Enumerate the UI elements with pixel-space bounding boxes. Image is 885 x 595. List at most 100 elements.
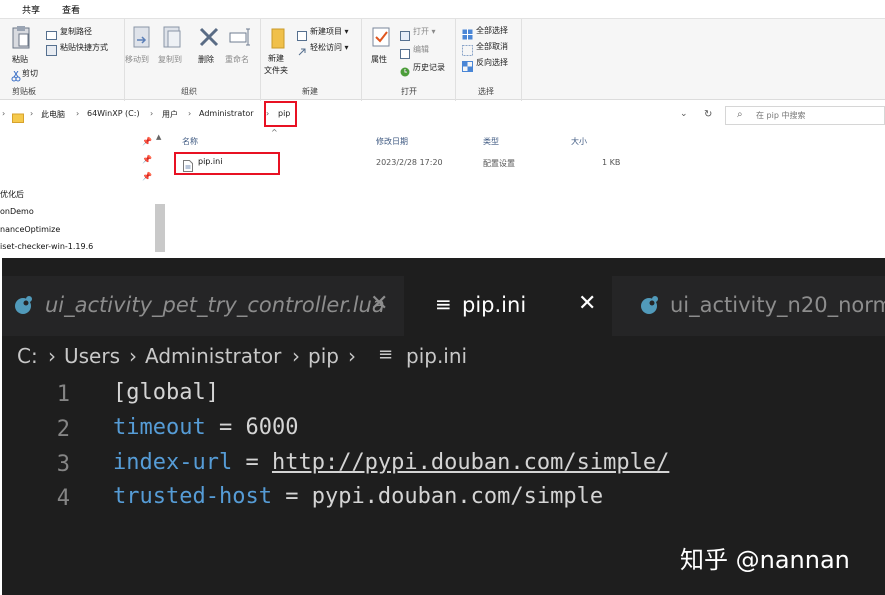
lua-file-icon bbox=[13, 295, 33, 320]
line-number: 1 bbox=[56, 382, 70, 407]
search-box[interactable]: ⌕ 在 pip 中搜索 bbox=[725, 106, 885, 125]
open-button[interactable]: 打开 ▾ bbox=[413, 26, 436, 37]
line-number: 3 bbox=[56, 452, 70, 477]
crumb-administrator[interactable]: Administrator bbox=[145, 344, 281, 368]
code-line-section: [global] bbox=[113, 380, 219, 405]
address-bar[interactable]: › › 此电脑 › 64WinXP (C:) › 用户 › Administra… bbox=[0, 101, 885, 127]
chevron-right-icon: › bbox=[348, 344, 356, 368]
breadcrumb-this-pc[interactable]: 此电脑 bbox=[41, 109, 65, 120]
ini-value-link[interactable]: http://pypi.douban.com/simple/ bbox=[272, 450, 669, 475]
tab-pip-ini[interactable]: ≡ pip.ini ✕ bbox=[404, 276, 612, 336]
easy-access-button[interactable]: 轻松访问 ▾ bbox=[310, 42, 349, 53]
file-type: 配置设置 bbox=[483, 159, 515, 168]
ini-equals: = bbox=[232, 450, 272, 475]
chevron-down-icon[interactable]: ⌄ bbox=[680, 109, 688, 119]
chevron-right-icon: › bbox=[76, 109, 80, 118]
ini-key: timeout bbox=[113, 415, 206, 440]
file-list: 📌 📌 📌 ▲ ^ 名称 修改日期 类型 大小 优化后 onDemo nance… bbox=[0, 128, 885, 252]
history-button[interactable]: 历史记录 bbox=[413, 62, 445, 73]
file-size: 1 KB bbox=[602, 158, 621, 167]
clipboard-group-label: 剪贴板 bbox=[12, 87, 36, 96]
crumb-pip[interactable]: pip bbox=[308, 344, 339, 368]
ini-lines-icon: ≡ bbox=[435, 292, 452, 316]
rename-icon bbox=[229, 28, 251, 50]
ini-key: trusted-host bbox=[113, 484, 272, 509]
search-placeholder: 在 pip 中搜索 bbox=[756, 111, 806, 120]
menu-tab-view[interactable]: 查看 bbox=[62, 3, 80, 16]
editor-tab-bar: ui_activity_pet_try_controller.lua ✕ ≡ p… bbox=[2, 276, 885, 336]
file-date: 2023/2/28 17:20 bbox=[376, 158, 443, 167]
refresh-icon[interactable]: ↻ bbox=[704, 109, 712, 120]
cut-button[interactable]: 剪切 bbox=[22, 68, 38, 79]
tab-lua-file-2[interactable]: ui_activity_n20_norma bbox=[612, 276, 885, 336]
code-line: timeout = 6000 bbox=[113, 415, 298, 440]
folder-icon bbox=[12, 108, 24, 127]
scroll-up-icon[interactable]: ▲ bbox=[156, 133, 161, 141]
menu-tab-share[interactable]: 共享 bbox=[22, 3, 40, 16]
nav-item[interactable]: onDemo bbox=[0, 207, 34, 216]
edit-button[interactable]: 编辑 bbox=[413, 44, 429, 55]
select-all-button[interactable]: 全部选择 bbox=[476, 25, 508, 36]
new-folder-line1[interactable]: 新建 bbox=[268, 53, 284, 64]
code-line: index-url = http://pypi.douban.com/simpl… bbox=[113, 450, 669, 475]
nav-item[interactable]: nanceOptimize bbox=[0, 225, 60, 234]
move-to-button[interactable]: 移动到 bbox=[125, 54, 149, 65]
tab-label: pip.ini bbox=[462, 293, 527, 317]
open-group-label: 打开 bbox=[401, 87, 417, 96]
select-none-button[interactable]: 全部取消 bbox=[476, 41, 508, 52]
chevron-right-icon: › bbox=[48, 344, 56, 368]
paste-icon[interactable] bbox=[12, 25, 30, 53]
nav-item[interactable]: 优化后 bbox=[0, 189, 24, 200]
open-group: 属性 打开 ▾ 编辑 历史记录 打开 bbox=[362, 19, 456, 101]
chevron-right-icon: › bbox=[150, 109, 154, 118]
watermark: 知乎 @nannan bbox=[680, 546, 850, 574]
scrollbar-thumb[interactable] bbox=[155, 204, 165, 252]
paste-shortcut-icon bbox=[46, 41, 57, 60]
search-icon: ⌕ bbox=[737, 109, 743, 120]
paste-shortcut-button[interactable]: 粘贴快捷方式 bbox=[60, 42, 108, 53]
breadcrumb-administrator[interactable]: Administrator bbox=[199, 109, 254, 118]
column-name[interactable]: 名称 bbox=[182, 136, 198, 147]
column-size[interactable]: 大小 bbox=[571, 136, 587, 147]
new-folder-line2[interactable]: 文件夹 bbox=[264, 65, 288, 76]
organize-group: 移动到 复制到 删除 重命名 组织 bbox=[125, 19, 261, 101]
new-item-button[interactable]: 新建项目 ▾ bbox=[310, 26, 349, 37]
invert-selection-button[interactable]: 反向选择 bbox=[476, 57, 508, 68]
file-explorer-window: 共享 查看 粘贴 复制路径 粘贴快捷方式 剪切 剪贴板 移动到 复制到 删除 重… bbox=[0, 0, 885, 252]
pin-icon[interactable]: 📌 bbox=[142, 155, 152, 164]
edit-icon bbox=[400, 44, 410, 63]
close-icon[interactable]: ✕ bbox=[578, 291, 596, 316]
properties-button[interactable]: 属性 bbox=[371, 54, 387, 65]
copy-to-button[interactable]: 复制到 bbox=[158, 54, 182, 65]
crumb-users[interactable]: Users bbox=[64, 344, 120, 368]
code-editor-window: ui_activity_pet_try_controller.lua ✕ ≡ p… bbox=[2, 258, 885, 595]
copy-path-button[interactable]: 复制路径 bbox=[60, 26, 92, 37]
pin-icon[interactable]: 📌 bbox=[142, 172, 152, 181]
crumb-file[interactable]: pip.ini bbox=[406, 344, 467, 368]
close-icon[interactable]: ✕ bbox=[370, 291, 388, 316]
tab-lua-file[interactable]: ui_activity_pet_try_controller.lua ✕ bbox=[2, 276, 404, 336]
ini-file-icon bbox=[183, 157, 193, 176]
rename-button[interactable]: 重命名 bbox=[225, 54, 249, 65]
select-group-label: 选择 bbox=[478, 87, 494, 96]
nav-item[interactable]: iset-checker-win-1.19.6 bbox=[0, 242, 93, 251]
breadcrumb-users[interactable]: 用户 bbox=[162, 109, 178, 120]
breadcrumb-drive-c[interactable]: 64WinXP (C:) bbox=[87, 109, 140, 118]
breadcrumb-pip[interactable]: pip bbox=[278, 109, 290, 118]
organize-group-label: 组织 bbox=[181, 87, 197, 96]
pin-icon[interactable]: 📌 bbox=[142, 137, 152, 146]
lua-file-icon bbox=[639, 295, 659, 320]
delete-button[interactable]: 删除 bbox=[198, 54, 214, 65]
crumb-drive[interactable]: C: bbox=[17, 344, 38, 368]
file-name[interactable]: pip.ini bbox=[198, 157, 222, 166]
sort-up-icon: ^ bbox=[271, 128, 278, 137]
paste-button[interactable]: 粘贴 bbox=[12, 54, 28, 65]
column-date[interactable]: 修改日期 bbox=[376, 136, 408, 147]
ini-value: 6000 bbox=[245, 415, 299, 440]
copy-to-icon bbox=[163, 26, 183, 54]
chevron-right-icon: › bbox=[129, 344, 137, 368]
column-type[interactable]: 类型 bbox=[483, 136, 499, 147]
line-number: 4 bbox=[56, 486, 70, 511]
ini-equals: = bbox=[205, 415, 246, 440]
tab-label: ui_activity_n20_norma bbox=[670, 293, 885, 317]
